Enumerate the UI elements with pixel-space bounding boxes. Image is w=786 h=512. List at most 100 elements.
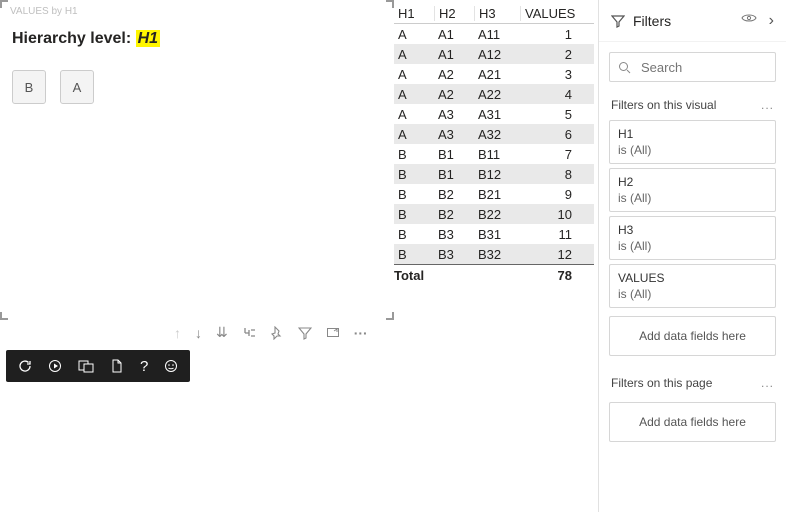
expand-all-down-icon[interactable]: ⇊	[216, 324, 228, 341]
add-fields-visual[interactable]: Add data fields here	[609, 316, 776, 356]
help-icon[interactable]: ?	[140, 358, 148, 375]
filters-panel: Filters › Filters on this visual ... H1i…	[598, 0, 786, 512]
filter-card-name: H2	[618, 175, 767, 189]
table-row[interactable]: BB1B117	[394, 144, 594, 164]
filter-card-name: VALUES	[618, 271, 767, 285]
table-row[interactable]: BB1B128	[394, 164, 594, 184]
visibility-icon[interactable]	[741, 12, 757, 30]
refresh-icon[interactable]	[18, 359, 32, 373]
filter-card-condition: is (All)	[618, 191, 767, 205]
cell-h3: A11	[474, 27, 520, 42]
filters-search-input[interactable]	[639, 59, 786, 76]
filter-card-condition: is (All)	[618, 287, 767, 301]
log-icon[interactable]	[78, 359, 94, 373]
cell-h2: B1	[434, 167, 474, 182]
filters-visual-section-more[interactable]: ...	[761, 98, 774, 112]
table-row[interactable]: BB2B2210	[394, 204, 594, 224]
cell-h2: B3	[434, 227, 474, 242]
cell-value: 4	[520, 87, 578, 102]
filter-card[interactable]: H2 is (All)	[609, 168, 776, 212]
dev-toolbar: ?	[6, 350, 190, 382]
table-header-row: H1 H2 H3 VALUES	[394, 4, 594, 24]
cell-h2: A3	[434, 107, 474, 122]
hierarchy-button-b[interactable]: B	[12, 70, 46, 104]
cell-value: 11	[520, 227, 578, 242]
cell-h1: A	[394, 87, 434, 102]
resize-handle-bl[interactable]	[0, 312, 8, 320]
filter-card[interactable]: VALUES is (All)	[609, 264, 776, 308]
cell-value: 3	[520, 67, 578, 82]
table-row[interactable]: AA2A213	[394, 64, 594, 84]
cell-value: 5	[520, 107, 578, 122]
filters-header: Filters ›	[599, 0, 786, 42]
visual-tile[interactable]: VALUES by H1 Hierarchy level: H1 B A	[4, 4, 390, 316]
drill-up-icon[interactable]: ↑	[174, 325, 181, 341]
cell-h1: A	[394, 47, 434, 62]
search-icon	[618, 61, 631, 74]
cell-h2: B3	[434, 247, 474, 262]
drill-down-icon[interactable]: ↓	[195, 325, 202, 341]
table-row[interactable]: BB3B3212	[394, 244, 594, 264]
filters-visual-section-label: Filters on this visual	[611, 98, 716, 112]
table-header-h1[interactable]: H1	[394, 6, 434, 21]
cell-h1: B	[394, 187, 434, 202]
resize-handle-tr[interactable]	[386, 0, 394, 8]
pin-icon[interactable]	[270, 326, 284, 340]
cell-h3: B31	[474, 227, 520, 242]
table-row[interactable]: BB2B219	[394, 184, 594, 204]
cell-value: 2	[520, 47, 578, 62]
cell-h2: B1	[434, 147, 474, 162]
filter-card[interactable]: H1is (All)	[609, 120, 776, 164]
filters-search[interactable]	[609, 52, 776, 82]
cell-h3: B32	[474, 247, 520, 262]
cell-value: 7	[520, 147, 578, 162]
cell-h3: A21	[474, 67, 520, 82]
resize-handle-br[interactable]	[386, 312, 394, 320]
filters-page-section-more[interactable]: ...	[761, 376, 774, 390]
filter-icon[interactable]	[298, 326, 312, 340]
collapse-panel-icon[interactable]: ›	[769, 12, 774, 30]
table-header-h2[interactable]: H2	[434, 6, 474, 21]
table-total-label: Total	[394, 268, 434, 283]
table-total-row: Total 78	[394, 264, 594, 286]
table-total-value: 78	[520, 268, 578, 283]
filter-card[interactable]: H3 is (All)	[609, 216, 776, 260]
focus-mode-icon[interactable]	[326, 326, 340, 340]
data-table: H1 H2 H3 VALUES AA1A111AA1A122AA2A213AA2…	[394, 4, 594, 286]
more-options-icon[interactable]: ···	[354, 325, 368, 341]
cell-h1: B	[394, 247, 434, 262]
hierarchy-prefix: Hierarchy level:	[12, 30, 136, 47]
table-header-h3[interactable]: H3	[474, 6, 520, 21]
cell-h1: A	[394, 107, 434, 122]
new-file-icon[interactable]	[110, 359, 124, 373]
cell-h1: B	[394, 207, 434, 222]
cell-h1: A	[394, 67, 434, 82]
expand-next-level-icon[interactable]	[242, 326, 256, 340]
table-row[interactable]: AA1A122	[394, 44, 594, 64]
hierarchy-level-label: Hierarchy level: H1	[12, 30, 160, 48]
cell-value: 12	[520, 247, 578, 262]
table-row[interactable]: BB3B3111	[394, 224, 594, 244]
cell-value: 9	[520, 187, 578, 202]
hierarchy-button-a[interactable]: A	[60, 70, 94, 104]
cell-h3: B12	[474, 167, 520, 182]
resize-handle-tl[interactable]	[0, 0, 8, 8]
cell-h3: B21	[474, 187, 520, 202]
cell-h1: B	[394, 227, 434, 242]
add-fields-page[interactable]: Add data fields here	[609, 402, 776, 442]
table-row[interactable]: AA3A315	[394, 104, 594, 124]
filter-card-condition: is (All)	[618, 239, 767, 253]
cell-h3: A12	[474, 47, 520, 62]
play-icon[interactable]	[48, 359, 62, 373]
filter-card-name: H3	[618, 223, 767, 237]
visual-title: VALUES by H1	[10, 6, 78, 17]
feedback-icon[interactable]	[164, 359, 178, 373]
table-row[interactable]: AA3A326	[394, 124, 594, 144]
filters-page-section-header: Filters on this page ...	[599, 370, 786, 394]
hierarchy-value: H1	[136, 30, 160, 47]
table-row[interactable]: AA1A111	[394, 24, 594, 44]
table-header-values[interactable]: VALUES	[520, 6, 578, 21]
cell-value: 8	[520, 167, 578, 182]
cell-h2: A2	[434, 67, 474, 82]
table-row[interactable]: AA2A224	[394, 84, 594, 104]
